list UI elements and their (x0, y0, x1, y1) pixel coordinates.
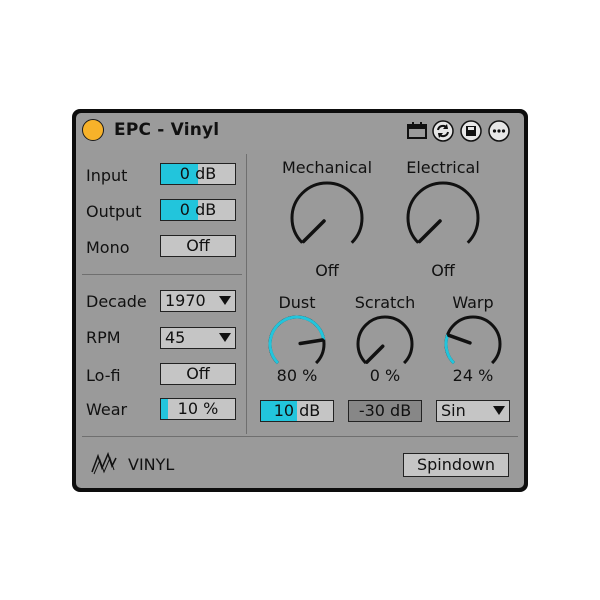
device-window: EPC - Vinyl Input 0 dB Output 0 dB Mono … (72, 109, 528, 492)
knob-pointer (301, 219, 326, 244)
more-icon[interactable] (488, 120, 510, 142)
output-gain-field[interactable]: 0 dB (160, 199, 236, 221)
wear-label: Wear (86, 400, 128, 419)
dust-label: Dust (278, 293, 316, 312)
lofi-toggle[interactable]: Off (160, 363, 236, 385)
decade-dropdown[interactable]: 1970 (160, 290, 236, 312)
footer-divider (82, 436, 518, 437)
input-gain-field[interactable]: 0 dB (160, 163, 236, 185)
title-bar: EPC - Vinyl (76, 113, 524, 150)
dust-value: 80 % (276, 366, 318, 385)
decade-label: Decade (86, 292, 147, 311)
knob-pointer (447, 333, 472, 345)
warp-value: 24 % (452, 366, 494, 385)
scratch-value: 0 % (369, 366, 401, 385)
vinyl-logo-icon (91, 452, 117, 475)
rpm-dropdown[interactable]: 45 (160, 327, 236, 349)
spindown-button[interactable]: Spindown (403, 453, 509, 477)
refresh-icon[interactable] (432, 120, 454, 142)
knob-track (356, 315, 414, 365)
scratch-amount-field[interactable]: -30 dB (348, 400, 422, 422)
save-icon[interactable] (460, 120, 482, 142)
warp-shape-dropdown[interactable]: Sin (436, 400, 510, 422)
knob-track (290, 181, 364, 244)
mono-toggle[interactable]: Off (160, 235, 236, 257)
mechanical-label: Mechanical (281, 158, 373, 177)
chevron-down-icon (219, 296, 231, 305)
output-label: Output (86, 202, 142, 221)
wear-slider[interactable]: 10 % (160, 398, 236, 420)
knob-track (444, 315, 502, 365)
warp-label: Warp (452, 293, 494, 312)
warp-knob[interactable] (443, 314, 503, 374)
device-title: EPC - Vinyl (114, 120, 220, 140)
wear-fill (161, 399, 169, 419)
brand-name: VINYL (128, 455, 175, 474)
left-divider (82, 274, 242, 275)
knob-pointer (417, 219, 442, 244)
input-label: Input (86, 166, 128, 185)
lofi-label: Lo-fi (86, 366, 121, 385)
knob-pointer (365, 344, 385, 364)
electrical-label: Electrical (406, 158, 480, 177)
rpm-label: RPM (86, 328, 121, 347)
dust-amount-field[interactable]: 10 dB (260, 400, 334, 422)
knob-value-arc (444, 334, 456, 365)
electrical-knob[interactable] (405, 180, 481, 256)
scratch-label: Scratch (354, 293, 416, 312)
mechanical-knob[interactable] (289, 180, 365, 256)
mechanical-value: Off (315, 261, 339, 280)
knob-track (406, 181, 480, 244)
calendar-icon[interactable] (406, 120, 428, 142)
device-panel: Input 0 dB Output 0 dB Mono Off Decade 1… (76, 150, 524, 488)
power-button[interactable] (82, 119, 104, 141)
chevron-down-icon (493, 406, 505, 415)
mono-label: Mono (86, 238, 130, 257)
column-divider (246, 154, 247, 434)
electrical-value: Off (431, 261, 455, 280)
dust-knob[interactable] (267, 314, 327, 374)
chevron-down-icon (219, 333, 231, 342)
scratch-knob[interactable] (355, 314, 415, 374)
knob-pointer (298, 338, 325, 346)
